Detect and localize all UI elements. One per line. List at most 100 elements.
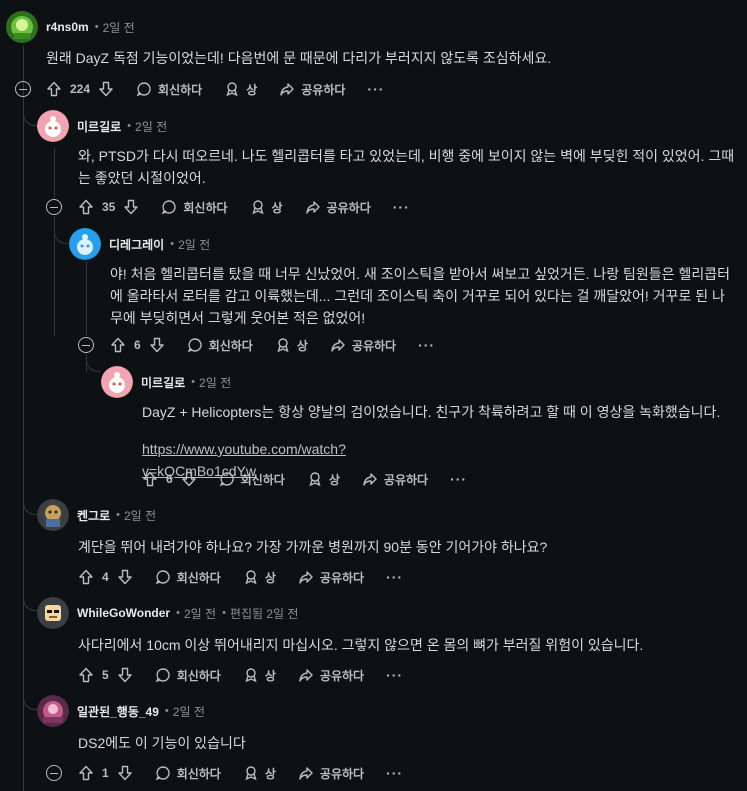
comment-actions: 4 회신하다 상 공유하다 ··· xyxy=(78,563,403,591)
reply-button[interactable]: 회신하다 xyxy=(161,199,228,216)
award-icon xyxy=(309,472,321,487)
reply-label: 회신하다 xyxy=(176,668,221,683)
upvote-icon[interactable] xyxy=(78,667,94,683)
share-button[interactable]: 공유하다 xyxy=(298,667,364,684)
thread-line[interactable] xyxy=(54,148,55,198)
award-button[interactable]: 상 xyxy=(243,765,276,782)
award-button[interactable]: 상 xyxy=(250,199,283,216)
reply-button[interactable]: 회신하다 xyxy=(155,569,221,586)
comment-author[interactable]: 미르길로 xyxy=(77,118,121,135)
downvote-icon[interactable] xyxy=(181,471,197,487)
avatar[interactable] xyxy=(37,597,69,629)
upvote-icon[interactable] xyxy=(46,81,62,97)
comment-header: 켄그로 • 2일 전 xyxy=(37,499,156,531)
comment-author[interactable]: WhileGoWonder xyxy=(77,606,170,620)
downvote-icon[interactable] xyxy=(117,765,133,781)
upvote-icon[interactable] xyxy=(78,569,94,585)
avatar[interactable] xyxy=(37,110,69,142)
reply-label: 회신하다 xyxy=(240,472,285,487)
share-button[interactable]: 공유하다 xyxy=(279,81,345,98)
thread-connector xyxy=(23,696,37,710)
award-label: 상 xyxy=(264,668,276,683)
more-options-button[interactable]: ··· xyxy=(418,337,435,353)
comment-actions: 1 회신하다 상 공유하다 ··· xyxy=(78,759,403,787)
more-options-button[interactable]: ··· xyxy=(393,199,410,215)
comment-body: 계단을 뛰어 내려가야 하나요? 가장 가까운 병원까지 90분 동안 기어가야… xyxy=(78,539,548,555)
award-button[interactable]: 상 xyxy=(243,667,276,684)
award-button[interactable]: 상 xyxy=(243,569,276,586)
award-button[interactable]: 상 xyxy=(307,471,340,488)
collapse-thread-button[interactable] xyxy=(46,199,62,215)
reply-button[interactable]: 회신하다 xyxy=(187,337,253,354)
comment-author[interactable]: 켄그로 xyxy=(77,507,110,524)
comment-header: 일관된_행동_49 • 2일 전 xyxy=(37,695,205,727)
reply-button[interactable]: 회신하다 xyxy=(155,667,221,684)
comment-time[interactable]: 2일 전 xyxy=(178,236,210,253)
comment-author[interactable]: r4ns0m xyxy=(46,20,89,34)
comment-actions: 6 회신하다 상 공유하다 ··· xyxy=(110,331,435,359)
comment-time[interactable]: 2일 전 xyxy=(135,118,167,135)
comment-header: WhileGoWonder • 2일 전 • 편집됨 2일 전 xyxy=(37,597,298,629)
downvote-icon[interactable] xyxy=(149,337,165,353)
award-button[interactable]: 상 xyxy=(224,81,257,98)
collapse-thread-button[interactable] xyxy=(46,765,62,781)
avatar[interactable] xyxy=(101,366,133,398)
comment-author[interactable]: 미르길로 xyxy=(141,374,185,391)
share-icon xyxy=(305,201,320,214)
upvote-icon[interactable] xyxy=(110,337,126,353)
collapse-thread-button[interactable] xyxy=(15,81,31,97)
share-button[interactable]: 공유하다 xyxy=(298,765,364,782)
more-options-button[interactable]: ··· xyxy=(367,81,384,97)
award-button[interactable]: 상 xyxy=(275,337,308,354)
share-icon xyxy=(299,669,313,682)
upvote-icon[interactable] xyxy=(78,765,94,781)
downvote-icon[interactable] xyxy=(98,81,114,97)
separator-dot: • xyxy=(116,509,120,521)
downvote-icon[interactable] xyxy=(117,569,133,585)
comment-body: 야! 처음 헬리콥터를 탔을 때 너무 신났었어. 새 조이스틱을 받아서 써보… xyxy=(110,266,730,326)
more-options-button[interactable]: ··· xyxy=(386,765,403,781)
comment-actions: 5 회신하다 상 공유하다 ··· xyxy=(78,661,403,689)
avatar[interactable] xyxy=(69,228,101,260)
avatar[interactable] xyxy=(37,499,69,531)
comment-author[interactable]: 일관된_행동_49 xyxy=(77,703,159,720)
upvote-icon[interactable] xyxy=(78,199,94,215)
comment-time[interactable]: 2일 전 xyxy=(103,19,135,36)
comment-actions: 35 회신하다 상 공유하다 ··· xyxy=(78,193,410,221)
comment-header: 미르길로 • 2일 전 xyxy=(101,366,231,398)
share-button[interactable]: 공유하다 xyxy=(305,199,371,216)
more-options-button[interactable]: ··· xyxy=(450,471,467,487)
award-icon xyxy=(226,82,238,97)
comment-body: 사다리에서 10cm 이상 뛰어내리지 마십시오. 그렇지 않으면 온 몸의 뼈… xyxy=(78,637,644,653)
share-button[interactable]: 공유하다 xyxy=(330,337,396,354)
downvote-icon[interactable] xyxy=(123,199,139,215)
thread-connector xyxy=(23,112,37,126)
reply-button[interactable]: 회신하다 xyxy=(155,765,221,782)
avatar[interactable] xyxy=(37,695,69,727)
comment-time[interactable]: 2일 전 xyxy=(184,605,216,622)
comment-time[interactable]: 2일 전 xyxy=(173,703,205,720)
thread-line[interactable] xyxy=(23,45,24,791)
share-button[interactable]: 공유하다 xyxy=(298,569,364,586)
comment-time[interactable]: 2일 전 xyxy=(199,374,231,391)
upvote-icon[interactable] xyxy=(142,471,158,487)
downvote-icon[interactable] xyxy=(117,667,133,683)
avatar[interactable] xyxy=(6,11,38,43)
more-options-button[interactable]: ··· xyxy=(386,569,403,585)
share-button[interactable]: 공유하다 xyxy=(362,471,428,488)
separator-dot: • xyxy=(164,705,169,717)
reply-button[interactable]: 회신하다 xyxy=(136,81,202,98)
separator-dot: • xyxy=(222,607,226,619)
comment-author[interactable]: 디레그레이 xyxy=(109,236,164,253)
thread-line[interactable] xyxy=(86,262,87,336)
reply-label: 회신하다 xyxy=(208,338,253,353)
comment-header: 디레그레이 • 2일 전 xyxy=(69,228,210,260)
comment-time[interactable]: 2일 전 xyxy=(124,507,156,524)
share-icon xyxy=(363,473,377,486)
comment-bubble-icon xyxy=(136,82,151,97)
vote-count: 35 xyxy=(102,200,116,214)
reply-button[interactable]: 회신하다 xyxy=(219,471,285,488)
collapse-thread-button[interactable] xyxy=(78,337,94,353)
share-icon xyxy=(280,83,294,96)
more-options-button[interactable]: ··· xyxy=(386,667,403,683)
